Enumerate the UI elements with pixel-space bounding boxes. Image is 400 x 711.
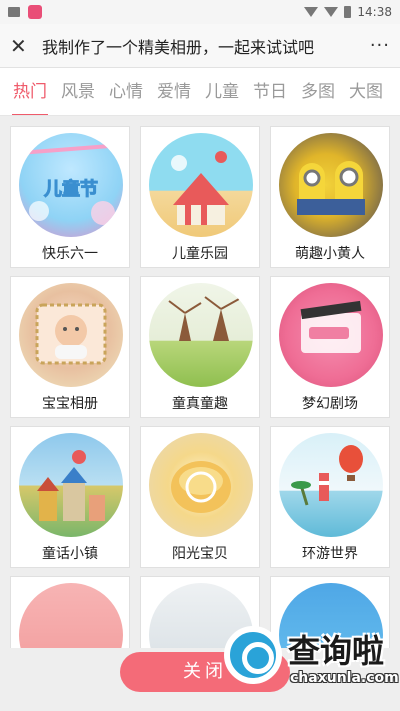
template-thumbnail (279, 433, 383, 537)
template-card-sunny-baby[interactable]: 阳光宝贝 (140, 426, 260, 568)
template-card-row4-1[interactable] (10, 576, 130, 648)
template-thumbnail (279, 283, 383, 387)
template-thumbnail (19, 433, 123, 537)
template-thumbnail (149, 283, 253, 387)
template-name: 童真童趣 (172, 396, 228, 412)
template-card-world-tour[interactable]: 环游世界 (270, 426, 390, 568)
category-tabs: 热门 风景 心情 爱情 儿童 节日 多图 大图 (0, 68, 400, 116)
template-name: 萌趣小黄人 (295, 246, 365, 262)
template-thumbnail (19, 583, 123, 648)
tab-children[interactable]: 儿童 (198, 68, 246, 115)
template-thumbnail: 儿童节 (19, 133, 123, 237)
template-card-dream-theater[interactable]: 梦幻剧场 (270, 276, 390, 418)
tab-large-image[interactable]: 大图 (342, 68, 390, 115)
template-card-baby-album[interactable]: 宝宝相册 (10, 276, 130, 418)
template-badge-text: 儿童节 (43, 178, 98, 200)
template-card-fairy-town[interactable]: 童话小镇 (10, 426, 130, 568)
battery-icon (344, 6, 352, 18)
template-name: 儿童乐园 (172, 246, 228, 262)
template-thumbnail (149, 433, 253, 537)
template-name: 阳光宝贝 (172, 546, 228, 562)
more-menu-icon[interactable]: ··· (360, 35, 390, 56)
template-thumbnail (19, 283, 123, 387)
page-title: 我制作了一个精美相册，一起来试试吧 (42, 37, 315, 57)
tab-hot[interactable]: 热门 (6, 68, 54, 115)
template-card-kids-park[interactable]: 儿童乐园 (140, 126, 260, 268)
status-time: 14:38 (357, 5, 392, 19)
watermark: 查询啦 chaxunla.com (216, 616, 400, 696)
watermark-url: chaxunla.com (290, 670, 399, 686)
status-bar: 14:38 (0, 0, 400, 24)
template-name: 快乐六一 (42, 246, 98, 262)
template-name: 环游世界 (302, 546, 358, 562)
title-bar: ✕ 我制作了一个精美相册，一起来试试吧 ··· (0, 24, 400, 68)
tab-scenery[interactable]: 风景 (54, 68, 102, 115)
app-notification-icon (28, 5, 42, 19)
tab-love[interactable]: 爱情 (150, 68, 198, 115)
template-card-childlike-fun[interactable]: 童真童趣 (140, 276, 260, 418)
template-card-happy-june-first[interactable]: 儿童节 快乐六一 (10, 126, 130, 268)
tab-multi-image[interactable]: 多图 (294, 68, 342, 115)
close-icon[interactable]: ✕ (10, 34, 36, 58)
tab-holiday[interactable]: 节日 (246, 68, 294, 115)
tab-mood[interactable]: 心情 (102, 68, 150, 115)
watermark-brand: 查询啦 (288, 632, 385, 670)
signal-icon (324, 7, 339, 17)
template-name: 宝宝相册 (42, 396, 98, 412)
template-thumbnail (279, 133, 383, 237)
template-thumbnail (149, 133, 253, 237)
template-name: 梦幻剧场 (302, 396, 358, 412)
template-card-minions[interactable]: 萌趣小黄人 (270, 126, 390, 268)
template-grid: 儿童节 快乐六一 儿童乐园 萌趣小黄人 宝宝相册 童真童趣 梦幻剧场 童话小镇 … (0, 118, 400, 648)
gallery-notification-icon (8, 7, 20, 17)
template-name: 童话小镇 (42, 546, 98, 562)
wifi-icon (304, 7, 319, 17)
watermark-logo-icon (224, 626, 282, 684)
